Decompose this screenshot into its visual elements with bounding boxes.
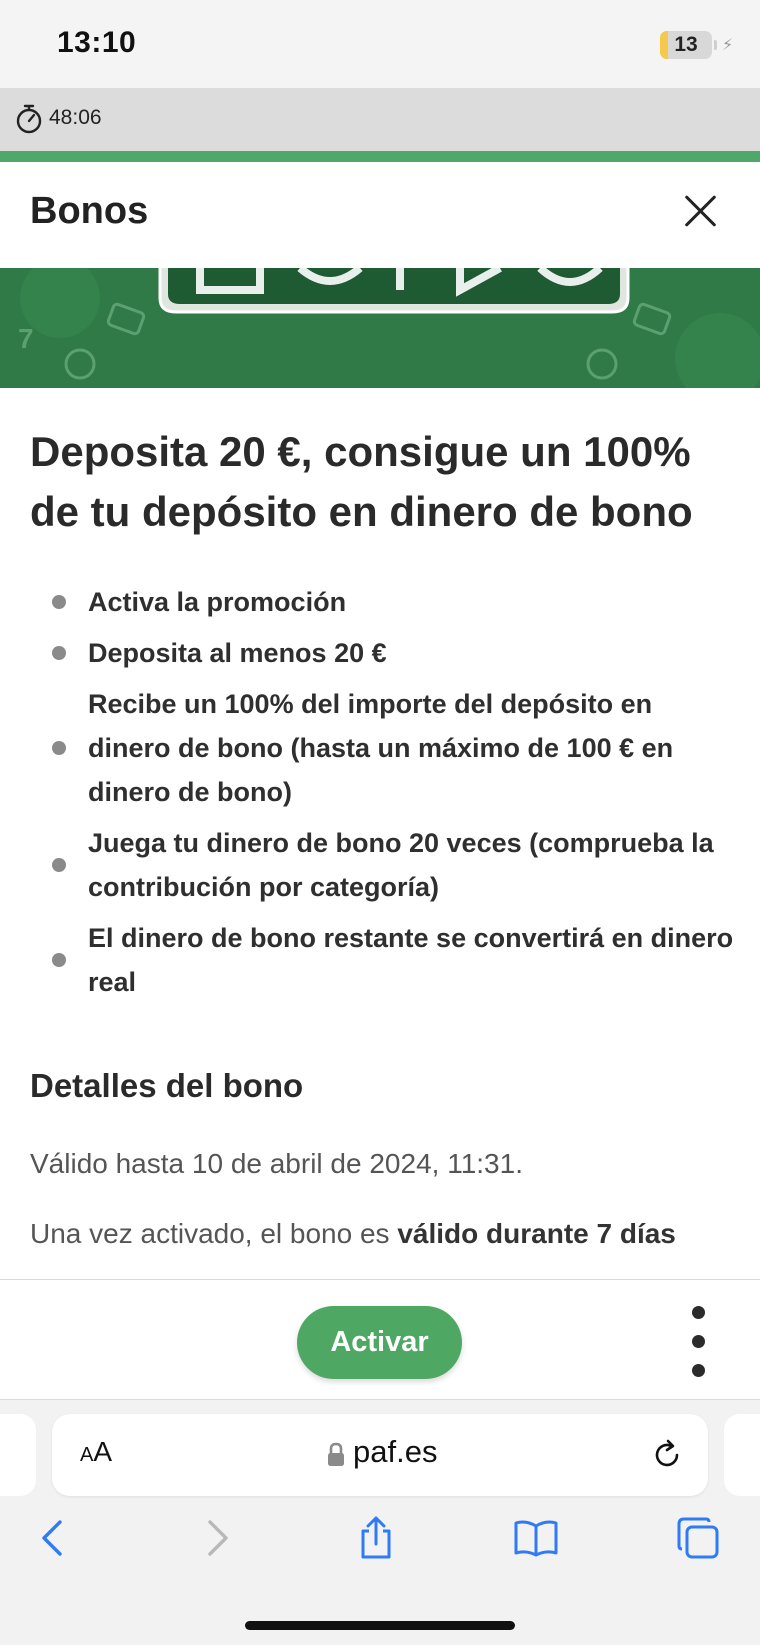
validity-duration: válido durante 7 días [397, 1218, 676, 1249]
step-text: Deposita al menos 20 € [88, 638, 387, 668]
reload-icon[interactable] [650, 1438, 684, 1472]
text-size-button[interactable]: AA [80, 1436, 112, 1468]
bullet-dot [52, 858, 66, 872]
bullet-dot [52, 595, 66, 609]
modal-header: Bonos [0, 162, 760, 268]
home-indicator [245, 1621, 515, 1630]
forward-icon[interactable] [192, 1514, 240, 1562]
bullet-dot [52, 741, 66, 755]
list-item: Juega tu dinero de bono 20 veces (compru… [0, 821, 760, 909]
close-icon[interactable] [676, 186, 726, 236]
banner-artwork: 7 [0, 268, 760, 388]
text-size-large-a: A [93, 1436, 113, 1467]
list-item: El dinero de bono restante se convertirá… [0, 916, 760, 1004]
lock-icon [328, 1442, 344, 1466]
tabs-icon[interactable] [674, 1514, 722, 1562]
promotion-steps-list: Activa la promoción Deposita al menos 20… [0, 580, 760, 1011]
session-timer-text: 48:06 [49, 106, 102, 129]
charging-bolt-icon: ⚡︎ [722, 37, 734, 54]
brand-stripe [0, 151, 760, 162]
list-item: Activa la promoción [0, 580, 760, 624]
next-tab-peek[interactable] [724, 1414, 760, 1496]
stopwatch-icon [16, 104, 42, 134]
list-item: Recibe un 100% del importe del depósito … [0, 682, 760, 814]
previous-tab-peek[interactable] [0, 1414, 36, 1496]
bonus-details-heading: Detalles del bono [30, 1067, 304, 1104]
status-time: 13:10 [57, 26, 137, 59]
status-bar: 13:10 13 ⚡︎ [0, 0, 760, 88]
modal-action-bar: Activar [0, 1279, 760, 1399]
back-icon[interactable] [30, 1514, 78, 1562]
session-timer-bar: 48:06 [0, 88, 760, 151]
step-text: Activa la promoción [88, 587, 347, 617]
address-bar[interactable]: AA paf.es [52, 1414, 708, 1496]
step-text: Recibe un 100% del importe del depósito … [88, 689, 674, 807]
bookmarks-icon[interactable] [512, 1514, 560, 1562]
bonus-banner-image: 7 [0, 268, 760, 388]
bullet-dot [52, 646, 66, 660]
valid-until-text: Válido hasta 10 de abril de 2024, 11:31. [30, 1148, 523, 1179]
list-item: Deposita al menos 20 € [0, 631, 760, 675]
promotion-headline: Deposita 20 €, consigue un 100% de tu de… [30, 428, 693, 535]
share-icon[interactable] [352, 1514, 400, 1562]
bullet-dot [52, 953, 66, 967]
url-text[interactable]: paf.es [353, 1434, 437, 1470]
battery-icon: 13 [660, 31, 712, 59]
validity-prefix: Una vez activado, el bono es [30, 1218, 390, 1249]
more-vertical-icon[interactable] [686, 1300, 712, 1384]
battery-level-text: 13 [674, 33, 698, 56]
svg-text:7: 7 [18, 323, 34, 354]
step-text: Juega tu dinero de bono 20 veces (compru… [88, 828, 714, 902]
modal-title: Bonos [30, 190, 149, 232]
battery-cap [714, 40, 717, 50]
validity-text: Una vez activado, el bono es válido dura… [30, 1218, 676, 1250]
step-text: El dinero de bono restante se convertirá… [88, 923, 734, 997]
activate-button[interactable]: Activar [297, 1306, 462, 1379]
text-size-small-a: A [80, 1444, 94, 1466]
